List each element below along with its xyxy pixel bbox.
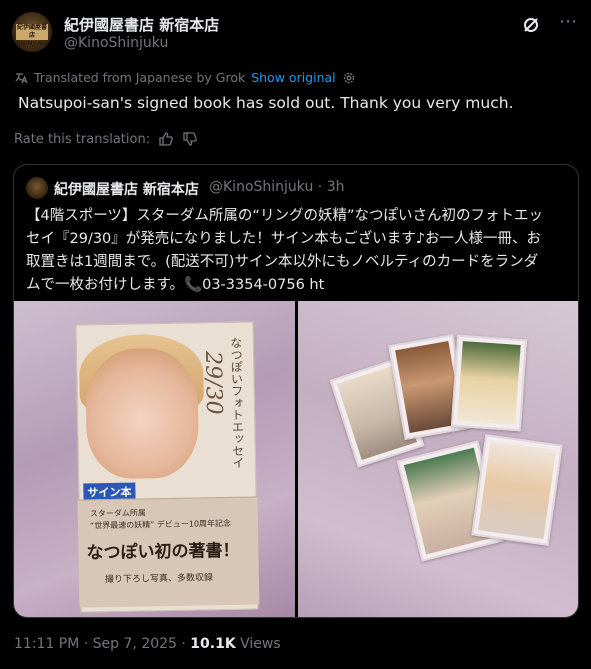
photo-grid: 29/30 なつぽいフォトエッセイ サイン本 スターダム所属 “世界最速の妖精”…	[14, 301, 578, 617]
quoted-text: 【4階スポーツ】スターダム所属の“リングの妖精”なつぽいさん初のフォトエッ セイ…	[26, 205, 568, 297]
avatar-text: 紀伊國屋書店 SHINJUKU	[16, 24, 50, 47]
views-count: 10.1K	[190, 636, 236, 652]
grok-icon[interactable]	[521, 15, 541, 35]
thumbs-up-icon[interactable]	[158, 131, 174, 147]
band-small-text: スターダム所属	[89, 508, 146, 519]
band-small-text: “世界最速の妖精” デビュー10周年記念	[89, 518, 232, 531]
novelty-card	[471, 434, 563, 546]
photo-book[interactable]: 29/30 なつぽいフォトエッセイ サイン本 スターダム所属 “世界最速の妖精”…	[14, 301, 295, 617]
post-timestamp[interactable]: 11:11 PM · Sep 7, 2025 ·	[14, 636, 190, 652]
quoted-text-line: ムで一枚お付けします。📞03-3354-0756 ht	[26, 277, 325, 293]
photo-book-cover: 29/30 なつぽいフォトエッセイ サイン本 スターダム所属 “世界最速の妖精”…	[75, 321, 260, 613]
band-bottom-text: 撮り下ろし写真、多数収録	[104, 573, 214, 586]
account-handle[interactable]: @KinoShinjuku	[64, 35, 168, 51]
quoted-handle: @KinoShinjuku · 3h	[209, 179, 345, 195]
translated-text: Natsupoi-san's signed book has sold out.…	[18, 94, 514, 112]
gear-icon[interactable]	[342, 71, 356, 85]
show-original-link[interactable]: Show original	[251, 70, 335, 85]
novelty-card	[450, 334, 528, 432]
quoted-account-name: 紀伊國屋書店 新宿本店	[54, 182, 199, 198]
band-title: なつぽい初の著書！	[86, 540, 240, 564]
quoted-avatar	[26, 177, 48, 199]
more-icon[interactable]: ⋯	[557, 13, 579, 34]
rate-translation: Rate this translation:	[14, 131, 198, 147]
account-name[interactable]: 紀伊國屋書店 新宿本店	[64, 14, 219, 35]
translate-icon	[15, 72, 28, 83]
book-band: スターダム所属 “世界最速の妖精” デビュー10周年記念 なつぽい初の著書！ 撮…	[77, 496, 260, 608]
photo-cards[interactable]	[298, 301, 578, 617]
book-vertical-title: なつぽいフォトエッセイ	[228, 336, 246, 469]
rate-label: Rate this translation:	[14, 131, 151, 147]
post-meta: 11:11 PM · Sep 7, 2025 · 10.1K Views	[14, 636, 281, 652]
post-header: 紀伊國屋書店 SHINJUKU 紀伊國屋書店 新宿本店 @KinoShinjuk…	[12, 12, 579, 56]
quoted-post[interactable]: 紀伊國屋書店 新宿本店 @KinoShinjuku · 3h 【4階スポーツ】ス…	[13, 164, 579, 618]
book-number: 29/30	[199, 350, 227, 415]
quoted-text-line: 取置きは1週間まで。(配送不可)サイン本以外にもノベルティのカードをランダ	[26, 254, 539, 270]
thumbs-down-icon[interactable]	[182, 131, 198, 147]
translation-label: Translated from Japanese by Grok	[34, 70, 246, 85]
translation-notice: Translated from Japanese by Grok Show or…	[14, 70, 356, 85]
avatar[interactable]: 紀伊國屋書店 SHINJUKU	[12, 12, 52, 52]
quoted-text-line: 【4階スポーツ】スターダム所属の“リングの妖精”なつぽいさん初のフォトエッ	[26, 208, 543, 224]
views-label: Views	[235, 636, 281, 652]
quoted-text-line: セイ『29/30』が発売になりました！サイン本もございます♪お一人様一冊、お	[26, 231, 542, 247]
book-face-shape	[84, 347, 200, 480]
